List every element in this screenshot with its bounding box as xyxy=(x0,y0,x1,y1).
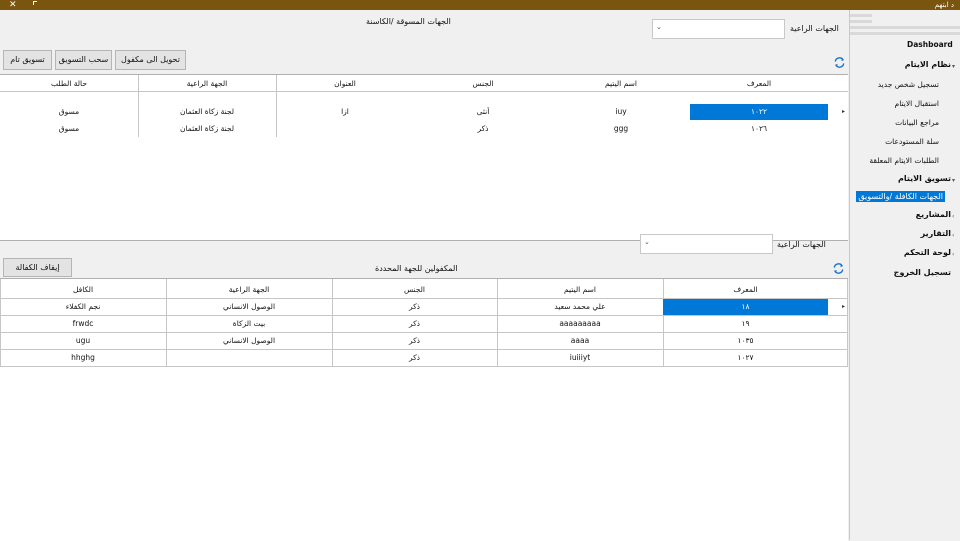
sponsor-combo[interactable]: ⌄ xyxy=(652,19,785,39)
hamburger-icon[interactable] xyxy=(850,12,960,40)
sponsor-label: الجهات الراعية xyxy=(790,24,839,33)
column-header-sponsor[interactable]: الجهة الراعية xyxy=(138,79,276,88)
window-mark-icon xyxy=(33,1,37,5)
column-header-sponsor[interactable]: الجهة الراعية xyxy=(166,285,332,294)
sidebar-item-control-panel[interactable]: لوحة التحكم xyxy=(904,248,951,257)
sidebar-item-register-new[interactable]: تسجيل شخص جديد xyxy=(878,80,939,89)
column-header-gender[interactable]: الجنس xyxy=(414,79,552,88)
sidebar: Dashboard ▾ نظام الايتام تسجيل شخص جديد … xyxy=(849,10,960,540)
sidebar-item-sponsors-marketing[interactable]: الجهات الكافلة /والتسويق xyxy=(856,191,945,202)
column-header-status[interactable]: حالة الطلب xyxy=(0,79,138,88)
sidebar-item-reports[interactable]: التقارير xyxy=(921,229,951,238)
chevron-down-icon[interactable]: ▾ xyxy=(952,177,955,184)
chevron-right-icon[interactable]: ‹ xyxy=(952,213,954,220)
column-header-gender[interactable]: الجنس xyxy=(332,285,497,294)
transfer-to-sponsored-button[interactable]: تحويل الى مكفول xyxy=(115,50,186,70)
triangle-right-icon: ▸ xyxy=(842,108,846,115)
triangle-right-icon: ▸ xyxy=(842,303,846,310)
sidebar-item-projects[interactable]: المشاريع xyxy=(916,210,951,219)
chevron-down-icon[interactable]: ⌄ xyxy=(656,23,662,31)
title-bar: ✕ د ابتهم xyxy=(0,0,960,10)
column-header-id[interactable]: المعرف xyxy=(663,285,828,294)
bottom-sponsor-label: الجهات الراعية xyxy=(777,240,826,249)
sidebar-item-orphans-system[interactable]: نظام الايتام xyxy=(905,60,951,69)
stop-sponsorship-button[interactable]: إيقاف الكفالة xyxy=(3,258,72,277)
market-button[interactable]: تسويق تام xyxy=(3,50,52,70)
sidebar-item-pending-requests[interactable]: الطلبات الايتام المعلقة xyxy=(869,156,939,165)
marketed-orphans-table: المعرف اسم اليتيم الجنس العنوان الجهة ال… xyxy=(0,74,848,241)
sidebar-item-review-data[interactable]: مراجع البيانات xyxy=(895,118,939,127)
sidebar-item-logout[interactable]: تسجيل الخروج xyxy=(894,268,951,277)
withdraw-marketing-button[interactable]: سحب التسويق xyxy=(55,50,112,70)
sidebar-item-warehouse-basket[interactable]: سلة المستودعات xyxy=(885,137,939,146)
column-header-id[interactable]: المعرف xyxy=(690,79,828,88)
close-icon[interactable]: ✕ xyxy=(9,0,17,10)
chevron-down-icon[interactable]: ⌄ xyxy=(644,238,650,246)
chevron-right-icon[interactable]: ‹ xyxy=(952,232,954,239)
bottom-sponsor-combo[interactable]: ⌄ xyxy=(640,234,773,254)
column-header-name[interactable]: اسم اليتيم xyxy=(497,285,663,294)
main-panel: الجهات المسوقة /الكاسنة الجهات الراعية ⌄… xyxy=(0,10,848,541)
column-header-guarantor[interactable]: الكافل xyxy=(0,285,166,294)
refresh-icon[interactable] xyxy=(833,56,846,69)
top-section-title: الجهات المسوقة /الكاسنة xyxy=(366,17,451,26)
column-header-address[interactable]: العنوان xyxy=(276,79,414,88)
sidebar-item-orphan-marketing[interactable]: تسويق الايتام xyxy=(898,174,951,183)
sponsored-orphans-table: المعرف اسم اليتيم الجنس الجهة الراعية ال… xyxy=(0,278,848,541)
window-title: د ابتهم xyxy=(934,1,954,9)
sidebar-item-dashboard[interactable]: Dashboard xyxy=(907,40,953,49)
column-header-name[interactable]: اسم اليتيم xyxy=(552,79,690,88)
chevron-down-icon[interactable]: ▾ xyxy=(952,63,955,70)
sidebar-item-receive-orphans[interactable]: استقبال الايتام xyxy=(895,99,939,108)
chevron-right-icon[interactable]: ‹ xyxy=(952,251,954,258)
refresh-icon[interactable] xyxy=(832,262,845,275)
bottom-section-title: المكفولين للجهة المحددة xyxy=(375,264,458,273)
